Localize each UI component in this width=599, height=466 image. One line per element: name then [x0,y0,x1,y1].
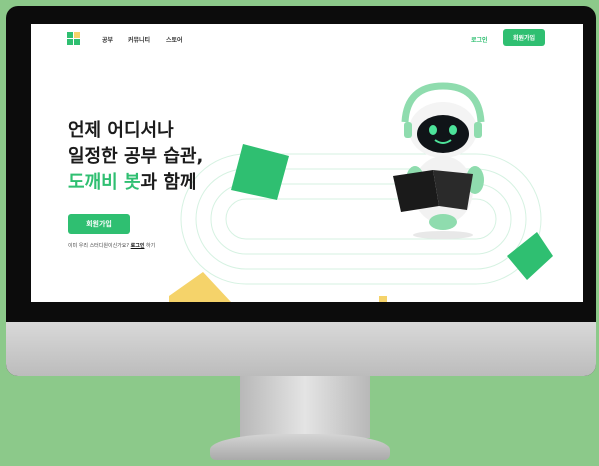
yellow-shape-small [379,296,387,302]
green-shape-right [507,232,553,280]
login-prompt: 이미 우리 스터디원이신가요? 로그인 하기 [68,242,155,249]
nav-item-store[interactable]: 스토어 [166,35,183,44]
top-nav: 공부 커뮤니티 스토어 로그인 회원가입 [31,24,583,56]
robot-mascot [393,82,485,239]
hero-line-3: 도깨비 봇과 함께 [68,168,196,194]
logo-icon[interactable] [67,32,81,46]
nav-item-community[interactable]: 커뮤니티 [128,35,150,44]
green-shape-left [231,144,289,200]
signup-button-hero[interactable]: 회원가입 [68,214,130,234]
monitor-base [210,434,390,460]
login-prompt-link[interactable]: 로그인 [131,243,145,249]
login-prompt-text: 이미 우리 스터디원이신가요? [68,243,130,249]
hero-line-2: 일정한 공부 습관, [68,146,204,167]
signup-button-nav[interactable]: 회원가입 [503,29,545,46]
monitor-stand [240,376,370,438]
hero-line-3-rest: 과 함께 [140,172,197,193]
nav-item-study[interactable]: 공부 [102,35,113,44]
login-link[interactable]: 로그인 [471,35,488,44]
hero-accent: 도깨비 봇 [68,172,141,193]
login-prompt-suffix: 하기 [146,243,156,249]
website-screen: 공부 커뮤니티 스토어 로그인 회원가입 언제 어디서나 일정한 공부 습관, … [31,24,583,302]
yellow-shape-bottom [169,272,231,302]
monitor-chin [6,322,596,376]
hero-line-1: 언제 어디서나 [68,120,174,141]
